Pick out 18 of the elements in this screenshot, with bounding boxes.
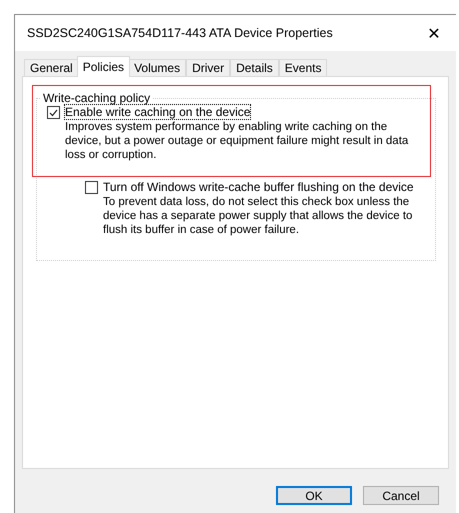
tab[interactable]: Events xyxy=(278,59,328,77)
check-icon xyxy=(49,108,58,116)
close-button[interactable]: ✕ xyxy=(412,15,456,51)
group-title: Write-caching policy xyxy=(42,91,152,105)
tab[interactable]: Volumes xyxy=(128,59,186,77)
dialog-button[interactable]: Cancel xyxy=(363,486,439,505)
checkbox[interactable] xyxy=(85,181,98,194)
dialog-button[interactable]: OK xyxy=(276,486,352,505)
checkbox[interactable] xyxy=(47,106,60,119)
tab[interactable]: Policies xyxy=(76,56,130,77)
option-description: Improves system performance by enabling write caching on the device, but a power outage or equipment failure might result in data loss or corruption. xyxy=(65,120,410,162)
window-title: SSD2SC240G1SA754D117-443 ATA Device Properties xyxy=(27,26,333,40)
checkbox-label[interactable]: Turn off Windows write-cache buffer flushing on the device xyxy=(103,180,414,194)
tab[interactable]: General xyxy=(24,59,79,77)
tab[interactable]: Details xyxy=(230,59,279,77)
checkbox-label[interactable]: Enable write caching on the device xyxy=(65,105,250,119)
tab[interactable]: Driver xyxy=(186,59,230,77)
option-description: To prevent data loss, do not select this check box unless the device has a separate power supply that allows the device to flush its buffer in case of power failure. xyxy=(103,195,414,237)
